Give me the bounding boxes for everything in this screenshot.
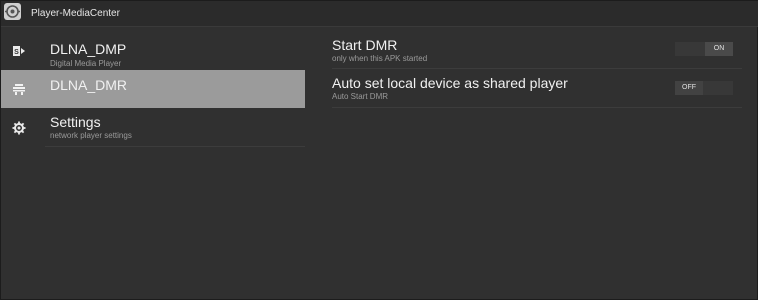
gear-icon bbox=[12, 121, 26, 135]
divider bbox=[45, 146, 305, 147]
divider bbox=[332, 107, 742, 108]
sidebar-item-dlna-dmp[interactable]: S DLNA_DMP Digital Media Player bbox=[1, 32, 305, 70]
toggle-state-label: OFF bbox=[675, 81, 703, 95]
setting-subtitle: Auto Start DMR bbox=[332, 92, 389, 101]
setting-title: Auto set local device as shared player bbox=[332, 75, 568, 91]
sidebar-item-label: DLNA_DMR bbox=[50, 77, 128, 93]
start-dmr-toggle[interactable]: ON bbox=[675, 42, 733, 56]
divider bbox=[332, 68, 742, 69]
sidebar-item-subtitle: Digital Media Player bbox=[50, 59, 122, 68]
share-forward-icon: S bbox=[12, 44, 26, 58]
auto-start-dmr-toggle[interactable]: OFF bbox=[675, 81, 733, 95]
title-bar: Player-MediaCenter bbox=[1, 1, 758, 27]
sidebar-item-label: DLNA_DMP bbox=[50, 41, 127, 57]
dmr-tray-icon bbox=[12, 82, 26, 96]
setting-subtitle: only when this APK started bbox=[332, 54, 428, 63]
sidebar-item-dlna-dmr[interactable]: DLNA_DMR bbox=[1, 70, 305, 108]
app-title: Player-MediaCenter bbox=[31, 8, 120, 19]
sidebar-item-subtitle: network player settings bbox=[50, 131, 132, 140]
toggle-state-label: ON bbox=[705, 42, 733, 56]
setting-title: Start DMR bbox=[332, 37, 398, 53]
svg-text:S: S bbox=[14, 49, 19, 56]
sidebar-item-settings[interactable]: Settings network player settings bbox=[1, 108, 305, 146]
sidebar-item-label: Settings bbox=[50, 114, 101, 130]
app-icon bbox=[4, 3, 21, 20]
app-window: Player-MediaCenter S DLNA_DMP Digital Me… bbox=[0, 0, 758, 300]
